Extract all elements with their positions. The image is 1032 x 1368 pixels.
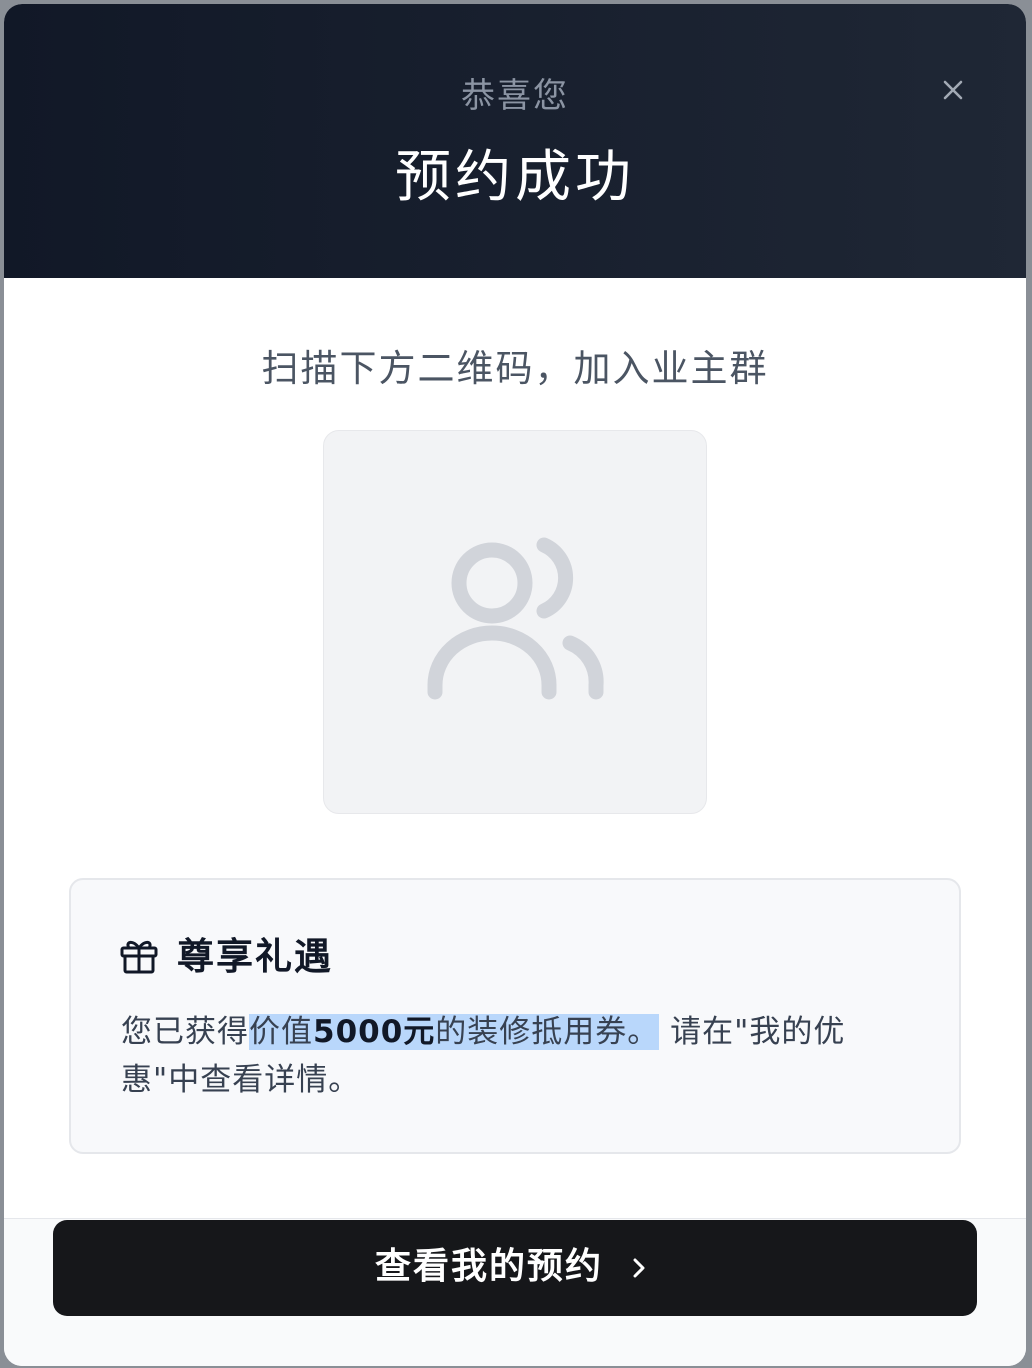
header-subtitle: 恭喜您	[461, 76, 569, 116]
view-my-booking-button[interactable]: 查看我的预约	[53, 1220, 977, 1316]
gift-card: 尊享礼遇 您已获得价值5000元的装修抵用券。 请在"我的优惠"中查看详情。	[69, 878, 961, 1154]
close-button[interactable]	[930, 70, 976, 116]
qr-instruction: 扫描下方二维码，加入业主群	[261, 347, 769, 390]
qr-code-placeholder	[323, 430, 707, 814]
success-modal: 恭喜您 预约成功 扫描下方二维码，加入业主群 尊享礼遇 您已获得价值5000元的…	[4, 4, 1026, 1366]
modal-header: 恭喜您 预约成功	[4, 4, 1026, 278]
header-title: 预约成功	[395, 145, 635, 210]
close-icon	[943, 80, 963, 100]
gift-description: 您已获得价值5000元的装修抵用券。 请在"我的优惠"中查看详情。	[121, 1008, 921, 1104]
gift-title: 尊享礼遇	[177, 935, 333, 978]
gift-amount: 5000元	[313, 1014, 436, 1050]
gift-text-value: 价值	[249, 1014, 313, 1050]
chevron-right-icon	[633, 1258, 645, 1278]
gift-text-coupon: 的装修抵用券。	[435, 1014, 660, 1050]
gift-icon	[120, 940, 158, 974]
users-icon	[427, 537, 604, 700]
gift-text-prefix: 您已获得	[121, 1014, 249, 1050]
view-my-booking-label: 查看我的预约	[375, 1246, 604, 1287]
gift-text-highlight: 价值5000元的装修抵用券。	[249, 1014, 660, 1050]
